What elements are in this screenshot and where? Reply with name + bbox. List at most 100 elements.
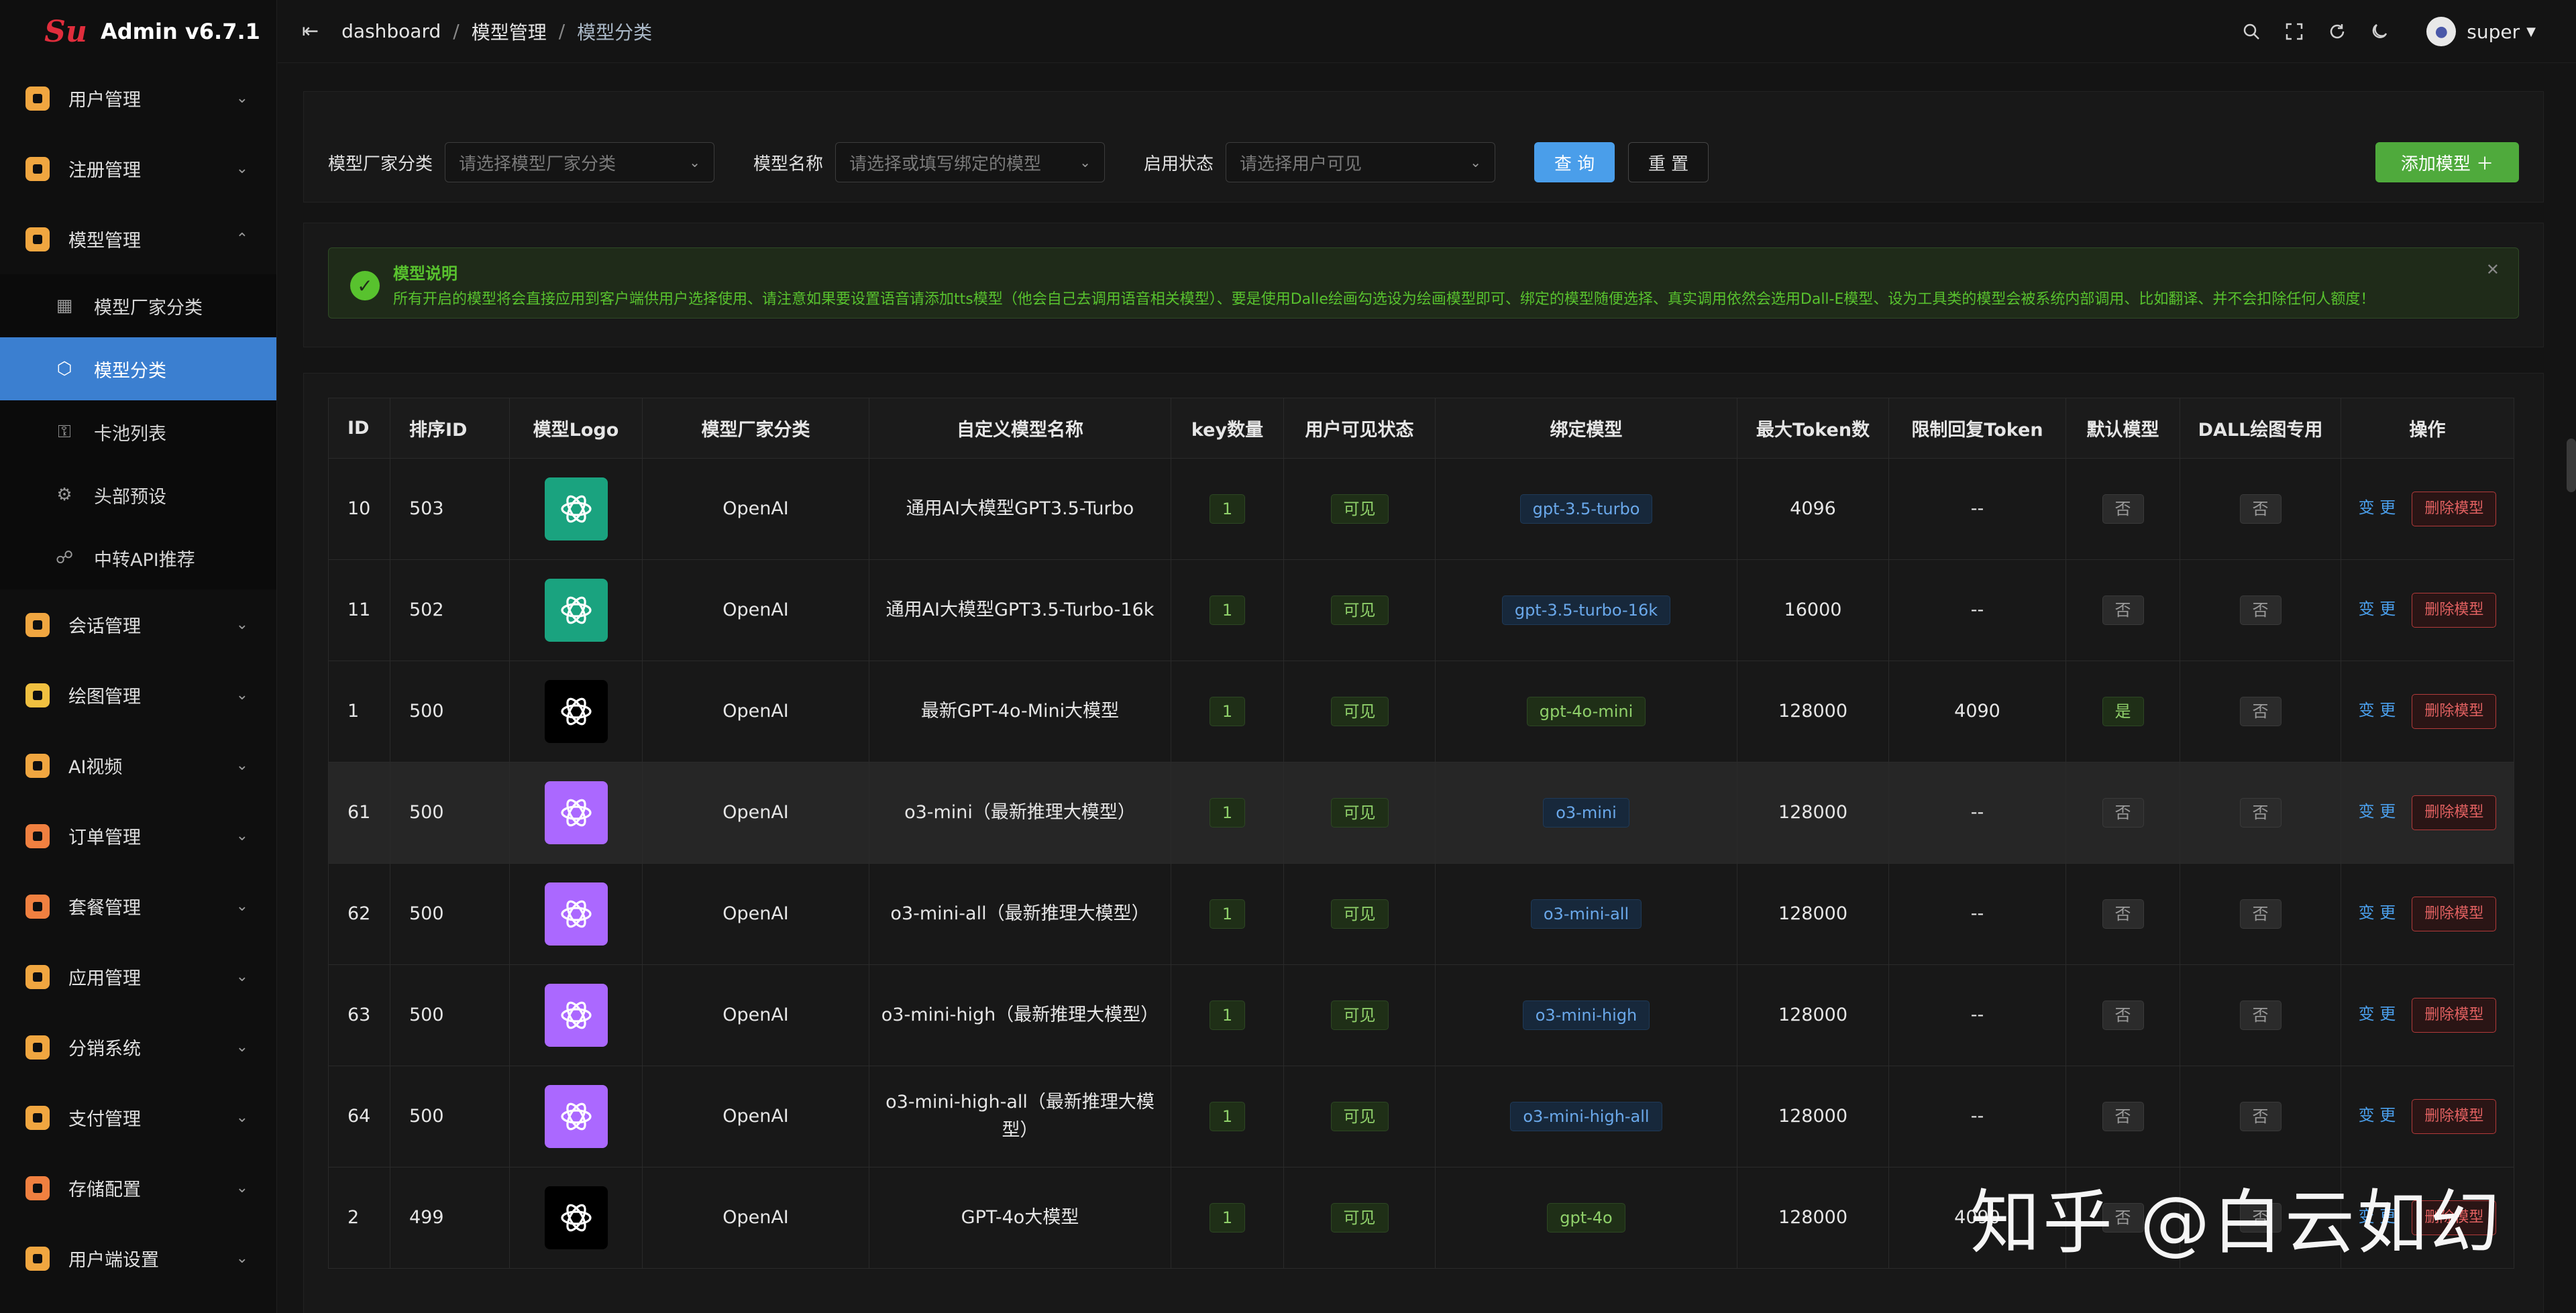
close-icon[interactable]: ✕ [2486, 260, 2500, 279]
sidebar-item[interactable]: 注册管理 ⌄ [0, 133, 276, 204]
fullscreen-icon[interactable] [2282, 19, 2307, 44]
cell-logo [509, 863, 643, 965]
delete-model-button[interactable]: 删除模型 [2412, 593, 2497, 628]
sidebar-item[interactable]: 订单管理 ⌄ [0, 801, 276, 871]
table-row[interactable]: 11 502 OpenAI 通用AI大模型GPT3.5-Turbo-16k 1 可见 gpt… [328, 559, 2514, 661]
edit-button[interactable]: 变 更 [2359, 1106, 2396, 1125]
search-icon[interactable] [2239, 19, 2264, 44]
table-row[interactable]: 62 500 OpenAI o3-mini-all（最新推理大模型） 1 可见 o3-min… [328, 863, 2514, 965]
chevron-down-icon: ⌄ [235, 757, 248, 774]
cell-keys: 1 [1171, 458, 1284, 560]
sidebar-item[interactable]: 模型管理 ⌃ [0, 204, 276, 274]
delete-model-button[interactable]: 删除模型 [2412, 694, 2497, 729]
sort-value: 500 [409, 903, 444, 924]
cell-default: 否 [2065, 964, 2180, 1066]
cell-id: 61 [328, 762, 390, 864]
sidebar-item-label: 用户端设置 [68, 1250, 159, 1271]
filter-panel: 模型厂家分类 请选择模型厂家分类 ⌄ 模型名称 请选择或填写绑定的模型 ⌄ 启用… [303, 91, 2544, 203]
cell-name: o3-mini（最新推理大模型） [869, 762, 1171, 864]
max-token-value: 128000 [1778, 1207, 1848, 1228]
edit-button[interactable]: 变 更 [2359, 802, 2396, 821]
edit-button[interactable]: 变 更 [2359, 903, 2396, 922]
table-row[interactable]: 63 500 OpenAI o3-mini-high（最新推理大模型） 1 可见 o3-mi… [328, 964, 2514, 1066]
edit-button[interactable]: 变 更 [2359, 1005, 2396, 1023]
name-filter-label: 模型名称 [753, 154, 824, 174]
storage-icon [25, 1176, 50, 1200]
table-row[interactable]: 64 500 OpenAI o3-mini-high-all（最新推理大模型） 1 可见 o… [328, 1066, 2514, 1167]
sidebar-item[interactable]: 支付管理 ⌄ [0, 1082, 276, 1153]
cell-vendor: OpenAI [642, 661, 869, 762]
cell-dall: 否 [2180, 964, 2341, 1066]
column-header: DALL绘图专用 [2180, 398, 2341, 459]
sort-value: 503 [409, 498, 444, 519]
chevron-down-icon: ⌄ [235, 1039, 248, 1055]
vendor-select[interactable]: 请选择模型厂家分类 ⌄ [445, 142, 715, 182]
chevron-down-icon: ⌄ [235, 1180, 248, 1196]
cell-dall: 否 [2180, 559, 2341, 661]
user-menu[interactable]: ● super ▼ [2426, 17, 2536, 46]
chevron-up-icon: ⌃ [235, 231, 248, 247]
table-row[interactable]: 1 500 OpenAI 最新GPT-4o-Mini大模型 1 可见 gpt-4o-mini… [328, 661, 2514, 762]
sidebar-item[interactable]: 用户管理 ⌄ [0, 63, 276, 133]
cell-default: 否 [2065, 559, 2180, 661]
bound-model-tag: gpt-4o-mini [1526, 697, 1646, 726]
brand[interactable]: Su Admin v6.7.1 [0, 0, 276, 63]
vendor-value: OpenAI [722, 701, 789, 722]
reset-button[interactable]: 重 置 [1628, 142, 1709, 182]
sidebar-item[interactable]: 存储配置 ⌄ [0, 1153, 276, 1223]
sidebar-subitem[interactable]: ⬡ 模型分类 [0, 337, 276, 400]
query-button[interactable]: 查 询 [1534, 142, 1615, 182]
sidebar-subitem[interactable]: ▦ 模型厂家分类 [0, 274, 276, 337]
edit-button[interactable]: 变 更 [2359, 600, 2396, 618]
sidebar-item[interactable]: 应用管理 ⌄ [0, 941, 276, 1012]
openai-logo-icon [544, 680, 608, 743]
dark-mode-icon[interactable] [2367, 19, 2393, 44]
openai-logo-icon [544, 984, 608, 1047]
cell-keys: 1 [1171, 1066, 1284, 1167]
status-select-placeholder: 请选择用户可见 [1240, 154, 1362, 174]
delete-model-button[interactable]: 删除模型 [2412, 795, 2497, 830]
cell-limit-token: -- [1888, 1066, 2066, 1167]
table-row[interactable]: 61 500 OpenAI o3-mini（最新推理大模型） 1 可见 o3-mini 128… [328, 762, 2514, 864]
delete-model-button[interactable]: 删除模型 [2412, 897, 2497, 931]
delete-model-button[interactable]: 删除模型 [2412, 1099, 2497, 1134]
sidebar-item[interactable]: 绘图管理 ⌄ [0, 660, 276, 730]
breadcrumb-model-management[interactable]: 模型管理 [472, 18, 547, 45]
edit-button[interactable]: 变 更 [2359, 498, 2396, 517]
breadcrumb-dashboard[interactable]: dashboard [341, 20, 441, 42]
sidebar-item[interactable]: AI视频 ⌄ [0, 730, 276, 801]
cell-id: 10 [328, 458, 390, 560]
sidebar-subitem[interactable]: ⚿ 卡池列表 [0, 400, 276, 463]
cell-logo [509, 559, 643, 661]
sidebar-subitem[interactable]: ⚙ 头部预设 [0, 463, 276, 526]
delete-model-button[interactable]: 删除模型 [2412, 492, 2497, 526]
delete-model-button[interactable]: 删除模型 [2412, 998, 2497, 1033]
chevron-down-icon: ⌄ [235, 898, 248, 915]
openai-logo-icon [544, 1186, 608, 1249]
sort-value: 502 [409, 600, 444, 620]
key-icon: ⚿ [58, 421, 71, 442]
sidebar-subitem[interactable]: ☍ 中转API推荐 [0, 526, 276, 589]
sidebar-item[interactable]: 会话管理 ⌄ [0, 589, 276, 660]
table-row[interactable]: 10 503 OpenAI 通用AI大模型GPT3.5-Turbo 1 可见 gpt-3.5… [328, 458, 2514, 560]
sidebar-item[interactable]: 用户端设置 ⌄ [0, 1223, 276, 1294]
add-model-button[interactable]: 添加模型 ＋ [2375, 142, 2519, 182]
max-token-value: 128000 [1778, 1106, 1848, 1127]
model-name-placeholder: 请选择或填写绑定的模型 [849, 154, 1042, 174]
visibility-tag: 可见 [1330, 595, 1389, 625]
model-name-select[interactable]: 请选择或填写绑定的模型 ⌄ [835, 142, 1106, 182]
cell-vendor: OpenAI [642, 762, 869, 864]
breadcrumb-separator: / [453, 20, 460, 42]
vendor-value: OpenAI [722, 1207, 789, 1228]
status-select[interactable]: 请选择用户可见 ⌄ [1226, 142, 1496, 182]
refresh-icon[interactable] [2324, 19, 2350, 44]
cell-max-token: 16000 [1737, 559, 1889, 661]
vendor-value: OpenAI [722, 1005, 789, 1025]
settings-icon [25, 1246, 50, 1271]
sidebar-item[interactable]: 分销系统 ⌄ [0, 1012, 276, 1082]
sidebar-item[interactable]: 套餐管理 ⌄ [0, 871, 276, 941]
vertical-scrollbar[interactable] [2567, 439, 2576, 492]
cell-id: 64 [328, 1066, 390, 1167]
collapse-sidebar-icon[interactable]: ⇤ [302, 19, 319, 43]
edit-button[interactable]: 变 更 [2359, 701, 2396, 720]
